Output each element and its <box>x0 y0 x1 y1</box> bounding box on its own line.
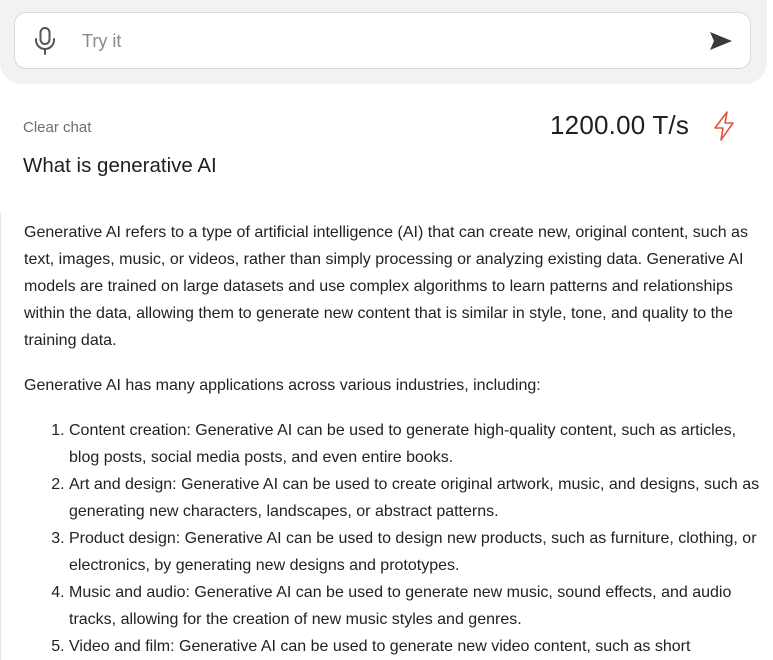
send-arrow-icon[interactable] <box>708 30 734 52</box>
list-item: Content creation: Generative AI can be u… <box>69 417 769 471</box>
list-item: Music and audio: Generative AI can be us… <box>69 579 769 633</box>
chat-input-area <box>0 0 767 84</box>
list-item: Video and film: Generative AI can be use… <box>69 633 769 660</box>
application-list: Content creation: Generative AI can be u… <box>24 417 769 660</box>
tokens-per-second: 1200.00 T/s <box>550 110 690 140</box>
chat-input[interactable] <box>82 28 662 54</box>
clear-chat-button[interactable]: Clear chat <box>23 119 91 136</box>
list-item: Product design: Generative AI can be use… <box>69 525 769 579</box>
microphone-icon[interactable] <box>32 26 58 56</box>
user-question: What is generative AI <box>23 154 217 177</box>
assistant-answer: Generative AI refers to a type of artifi… <box>0 213 770 660</box>
answer-paragraph: Generative AI has many applications acro… <box>24 377 541 394</box>
lightning-bolt-icon <box>714 111 734 141</box>
answer-paragraph: Generative AI refers to a type of artifi… <box>24 224 748 349</box>
list-item: Art and design: Generative AI can be use… <box>69 471 769 525</box>
